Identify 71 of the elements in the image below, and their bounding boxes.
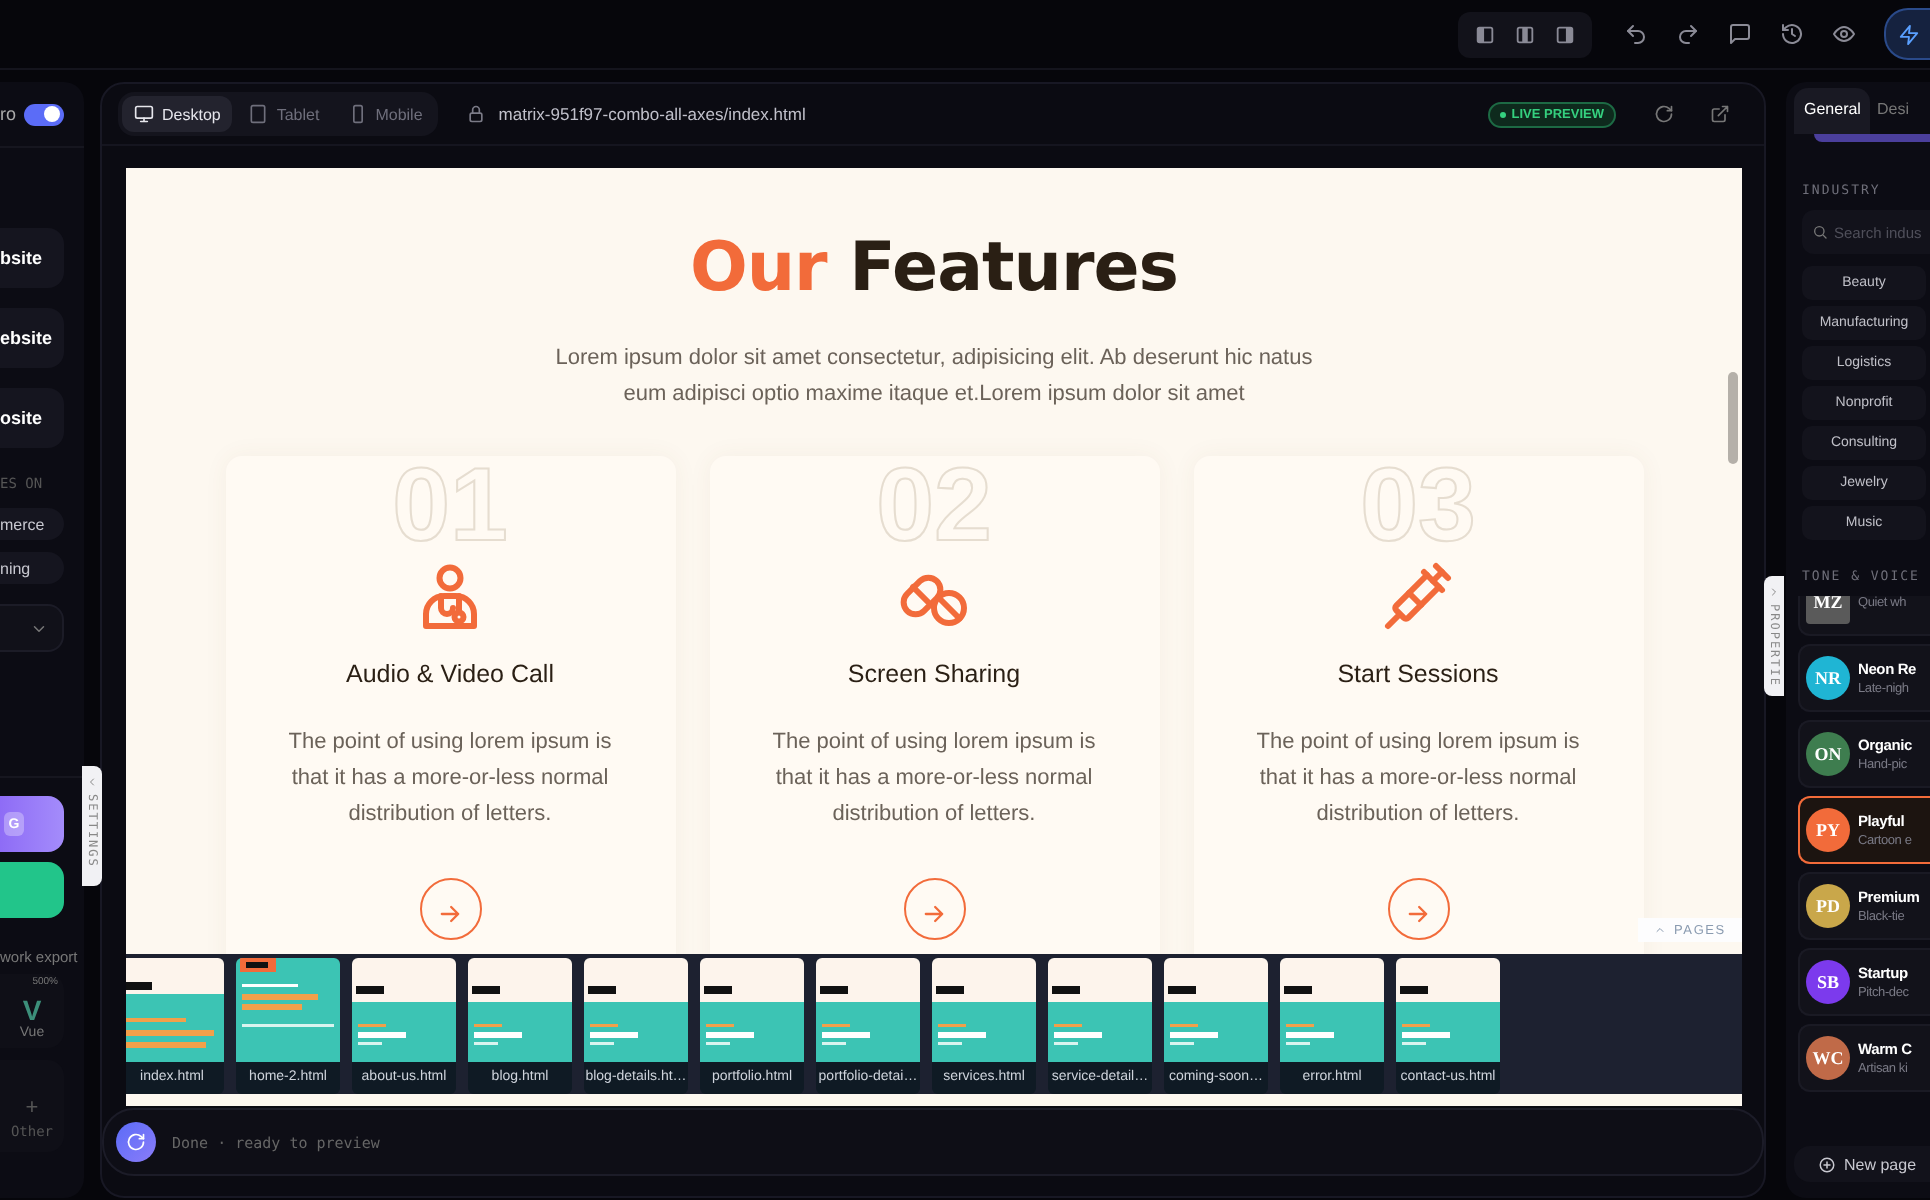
spinner-button[interactable] xyxy=(116,1122,156,1162)
device-tab[interactable]: Mobile xyxy=(335,96,435,132)
page-preview-drawing xyxy=(1048,958,1152,1062)
panel-tab[interactable]: General xyxy=(1794,88,1871,134)
arrow-button[interactable] xyxy=(1387,878,1449,940)
avatar: PY xyxy=(1806,808,1850,852)
plus-circle-icon xyxy=(1818,1155,1836,1173)
refresh-icon[interactable] xyxy=(1654,104,1674,124)
redo-icon[interactable] xyxy=(1676,22,1700,46)
external-link-icon[interactable] xyxy=(1710,104,1730,124)
page-preview-drawing xyxy=(700,958,804,1062)
url-text: matrix-951f97-combo-all-axes/index.html xyxy=(498,104,806,124)
category-chip[interactable]: merce xyxy=(0,508,64,540)
page-preview-drawing xyxy=(236,958,340,1062)
arrow-button[interactable] xyxy=(903,878,965,940)
monitor-icon xyxy=(134,104,154,124)
device-tab[interactable]: Desktop xyxy=(122,96,233,132)
category-chip[interactable]: ning xyxy=(0,552,64,584)
page-preview-drawing xyxy=(584,958,688,1062)
panel-left-icon[interactable] xyxy=(1474,23,1496,45)
intro-paragraph: Lorem ipsum dolor sit amet consectetur, adipisicing elit. Ab deserunt hic natus eum adipisci optio maxime itaque et.Lorem ipsum dolor sit amet xyxy=(553,344,1315,410)
page-preview-drawing xyxy=(352,958,456,1062)
toggle-switch[interactable] xyxy=(24,103,65,125)
page-preview-drawing xyxy=(1164,958,1268,1062)
panel-right-icon[interactable] xyxy=(1554,23,1576,45)
card-title: Audio & Video Call xyxy=(345,660,554,688)
card-title: Screen Sharing xyxy=(847,660,1021,688)
card-text: The point of using lorem ipsum is that it has a more-or-less normal distribution of letters. xyxy=(286,728,614,830)
comment-icon[interactable] xyxy=(1728,22,1752,46)
avatar: MZ xyxy=(1806,596,1850,624)
scrollbar[interactable] xyxy=(1728,372,1738,464)
columns-icon[interactable] xyxy=(1514,23,1536,45)
avatar: PD xyxy=(1806,884,1850,928)
card-text: The point of using lorem ipsum is that it has a more-or-less normal distribution of letters. xyxy=(770,728,1098,830)
chevron-right-icon xyxy=(1768,586,1780,598)
eye-icon[interactable] xyxy=(1832,22,1856,46)
arrow-button[interactable] xyxy=(419,878,481,940)
lock-icon xyxy=(466,104,487,124)
history-icon[interactable] xyxy=(1780,22,1804,46)
page-preview-drawing xyxy=(932,958,1036,1062)
avatar: NR xyxy=(1806,656,1850,700)
lightning-icon xyxy=(1898,23,1920,45)
chevron-up-icon xyxy=(1654,924,1667,936)
accent-bar xyxy=(1814,134,1930,142)
syringe-icon xyxy=(1382,560,1454,632)
new-page-button[interactable]: New page xyxy=(1794,1146,1930,1182)
section-title: Our Features xyxy=(689,228,1179,308)
phone-icon xyxy=(347,104,368,124)
page-preview-drawing xyxy=(468,958,572,1062)
refresh-icon xyxy=(126,1132,146,1152)
website-button[interactable]: bsite xyxy=(0,228,64,288)
toggle-label: ro xyxy=(0,104,17,124)
chevron-left-icon xyxy=(86,776,98,788)
page-preview-drawing xyxy=(126,958,224,1062)
avatar: ON xyxy=(1806,732,1850,776)
device-tab[interactable]: Tablet xyxy=(236,96,332,132)
panel-tab[interactable]: Desi xyxy=(1876,88,1909,134)
tablet-icon xyxy=(248,104,269,124)
page-preview-drawing xyxy=(1280,958,1384,1062)
page-preview-drawing xyxy=(1396,958,1500,1062)
website-button[interactable]: ebsite xyxy=(0,308,64,368)
undo-icon[interactable] xyxy=(1624,22,1648,46)
card-title: Start Sessions xyxy=(1337,660,1499,688)
page-preview-drawing xyxy=(816,958,920,1062)
avatar: WC xyxy=(1806,1036,1850,1080)
avatar: SB xyxy=(1806,960,1850,1004)
lightning-button[interactable] xyxy=(1884,8,1930,60)
website-button[interactable]: osite xyxy=(0,388,64,448)
action-button[interactable] xyxy=(0,862,64,918)
search-icon xyxy=(1812,224,1828,240)
card-text: The point of using lorem ipsum is that it has a more-or-less normal distribution of letters. xyxy=(1254,728,1582,830)
